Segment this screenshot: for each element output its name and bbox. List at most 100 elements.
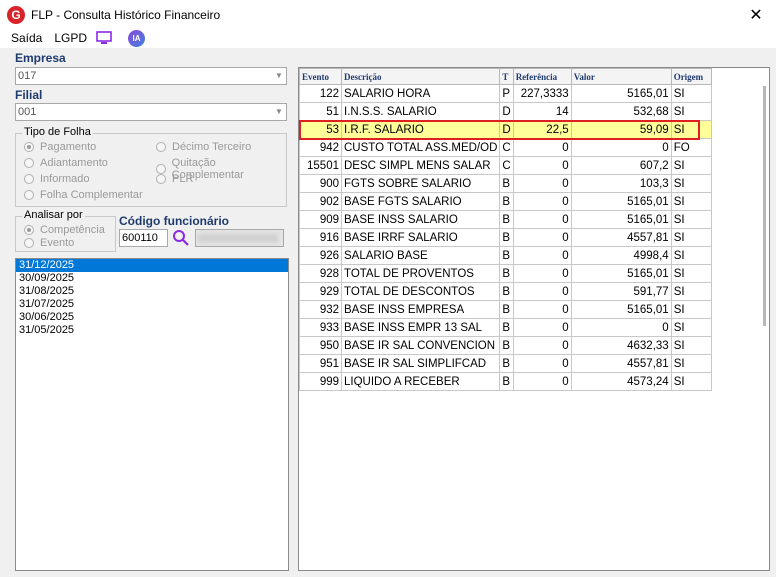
cell-descricao: SALARIO BASE: [340, 246, 501, 265]
cell-origem: SI: [670, 318, 712, 337]
cell-descricao: I.R.F. SALARIO: [340, 120, 501, 139]
cell-evento: 122: [299, 84, 342, 103]
menu-item-lgpd[interactable]: LGPD: [54, 31, 87, 45]
list-item[interactable]: 31/12/2025: [16, 259, 288, 272]
table-row[interactable]: 900 FGTS SOBRE SALARIO B 0 103,3 SI: [299, 174, 712, 193]
radio-plr[interactable]: PLR: [156, 173, 193, 185]
tipo-folha-legend: Tipo de Folha: [22, 126, 93, 138]
list-item[interactable]: 31/07/2025: [16, 298, 288, 311]
radio-dot-icon: [24, 174, 34, 184]
col-tipo-header[interactable]: T: [499, 68, 514, 85]
cell-evento: 15501: [299, 156, 342, 175]
close-button[interactable]: ✕: [744, 4, 768, 26]
cell-evento: 933: [299, 318, 342, 337]
radio-label: Competência: [40, 224, 105, 236]
monitor-icon[interactable]: [96, 31, 112, 45]
search-icon[interactable]: [172, 229, 190, 247]
cell-tipo: B: [499, 246, 514, 265]
table-row[interactable]: 51 I.N.S.S. SALARIO D 14 532,68 SI: [299, 102, 712, 121]
radio-competencia[interactable]: Competência: [24, 224, 105, 236]
col-evento-header[interactable]: Evento: [299, 68, 342, 85]
table-row[interactable]: 942 CUSTO TOTAL ASS.MED/OD C 0 0 FO: [299, 138, 712, 157]
table-row[interactable]: 950 BASE IR SAL CONVENCION B 0 4632,33 SI: [299, 336, 712, 355]
cell-referencia: 0: [512, 318, 572, 337]
table-row[interactable]: 902 BASE FGTS SALARIO B 0 5165,01 SI: [299, 192, 712, 211]
cell-evento: 950: [299, 336, 342, 355]
cell-origem: SI: [670, 192, 712, 211]
table-row[interactable]: 926 SALARIO BASE B 0 4998,4 SI: [299, 246, 712, 265]
cell-origem: SI: [670, 228, 712, 247]
cell-tipo: B: [499, 336, 514, 355]
financial-events-grid[interactable]: Evento Descrição T Referência Valor Orig…: [298, 67, 770, 571]
cell-referencia: 0: [512, 174, 572, 193]
competencia-list[interactable]: 31/12/2025 30/09/2025 31/08/2025 31/07/2025…: [15, 258, 289, 571]
cell-valor: 5165,01: [570, 84, 672, 103]
radio-folha-complementar[interactable]: Folha Complementar: [24, 189, 143, 201]
vertical-scrollbar[interactable]: [763, 86, 766, 326]
codigo-funcionario-input[interactable]: 600110: [119, 229, 168, 247]
cell-evento: 929: [299, 282, 342, 301]
list-item[interactable]: 30/06/2025: [16, 311, 288, 324]
list-item[interactable]: 30/09/2025: [16, 272, 288, 285]
cell-referencia: 0: [512, 138, 572, 157]
cell-descricao: DESC SIMPL MENS SALAR: [340, 156, 501, 175]
table-row[interactable]: 932 BASE INSS EMPRESA B 0 5165,01 SI: [299, 300, 712, 319]
col-valor-header[interactable]: Valor: [570, 68, 672, 85]
radio-dot-icon: [24, 225, 34, 235]
table-row[interactable]: 15501 DESC SIMPL MENS SALAR C 0 607,2 SI: [299, 156, 712, 175]
cell-valor: 4573,24: [570, 372, 672, 391]
cell-evento: 942: [299, 138, 342, 157]
cell-origem: FO: [670, 138, 712, 157]
cell-valor: 4998,4: [570, 246, 672, 265]
col-referencia-header[interactable]: Referência: [512, 68, 572, 85]
cell-descricao: BASE INSS SALARIO: [340, 210, 501, 229]
table-row[interactable]: 933 BASE INSS EMPR 13 SAL B 0 0 SI: [299, 318, 712, 337]
cell-descricao: BASE IR SAL SIMPLIFCAD: [340, 354, 501, 373]
filial-value: 001: [18, 106, 37, 118]
cell-referencia: 14: [512, 102, 572, 121]
table-row[interactable]: 916 BASE IRRF SALARIO B 0 4557,81 SI: [299, 228, 712, 247]
empresa-select[interactable]: 017 ▼: [15, 67, 287, 85]
cell-evento: 932: [299, 300, 342, 319]
table-row[interactable]: 928 TOTAL DE PROVENTOS B 0 5165,01 SI: [299, 264, 712, 283]
cell-origem: SI: [670, 84, 712, 103]
cell-tipo: C: [499, 138, 514, 157]
window-title: FLP - Consulta Histórico Financeiro: [31, 8, 221, 22]
chevron-down-icon: ▼: [275, 71, 283, 80]
radio-dot-icon: [24, 158, 34, 168]
chevron-down-icon: ▼: [275, 107, 283, 116]
cell-evento: 51: [299, 102, 342, 121]
ia-assistant-icon[interactable]: IA: [128, 29, 146, 47]
table-row[interactable]: 929 TOTAL DE DESCONTOS B 0 591,77 SI: [299, 282, 712, 301]
radio-evento[interactable]: Evento: [24, 237, 74, 249]
radio-informado[interactable]: Informado: [24, 173, 90, 185]
table-row[interactable]: 53 I.R.F. SALARIO D 22,5 59,09 SI: [299, 120, 712, 139]
list-item[interactable]: 31/05/2025: [16, 324, 288, 337]
radio-label: Evento: [40, 237, 75, 249]
cell-referencia: 0: [512, 246, 572, 265]
table-row[interactable]: 951 BASE IR SAL SIMPLIFCAD B 0 4557,81 SI: [299, 354, 712, 373]
cell-referencia: 0: [512, 282, 572, 301]
col-descricao-header[interactable]: Descrição: [340, 68, 501, 85]
cell-referencia: 0: [512, 156, 572, 175]
radio-adiantamento[interactable]: Adiantamento: [24, 157, 108, 169]
list-item[interactable]: 31/08/2025: [16, 285, 288, 298]
events-table: Evento Descrição T Referência Valor Orig…: [299, 68, 712, 391]
cell-tipo: B: [499, 372, 514, 391]
table-row[interactable]: 999 LIQUIDO A RECEBER B 0 4573,24 SI: [299, 372, 712, 391]
radio-pagamento[interactable]: Pagamento: [24, 141, 96, 153]
cell-origem: SI: [670, 264, 712, 283]
table-row[interactable]: 909 BASE INSS SALARIO B 0 5165,01 SI: [299, 210, 712, 229]
filial-select[interactable]: 001 ▼: [15, 103, 287, 121]
radio-label: Folha Complementar: [40, 189, 143, 201]
cell-descricao: LIQUIDO A RECEBER: [340, 372, 501, 391]
radio-dot-icon: [156, 142, 166, 152]
table-row[interactable]: 122 SALARIO HORA P 227,3333 5165,01 SI: [299, 84, 712, 103]
cell-tipo: B: [499, 282, 514, 301]
cell-descricao: BASE FGTS SALARIO: [340, 192, 501, 211]
cell-valor: 607,2: [570, 156, 672, 175]
cell-origem: SI: [670, 156, 712, 175]
radio-decimo-terceiro[interactable]: Décimo Terceiro: [156, 141, 251, 153]
menu-item-saida[interactable]: Saída: [11, 31, 42, 45]
col-origem-header[interactable]: Origem: [670, 68, 712, 85]
